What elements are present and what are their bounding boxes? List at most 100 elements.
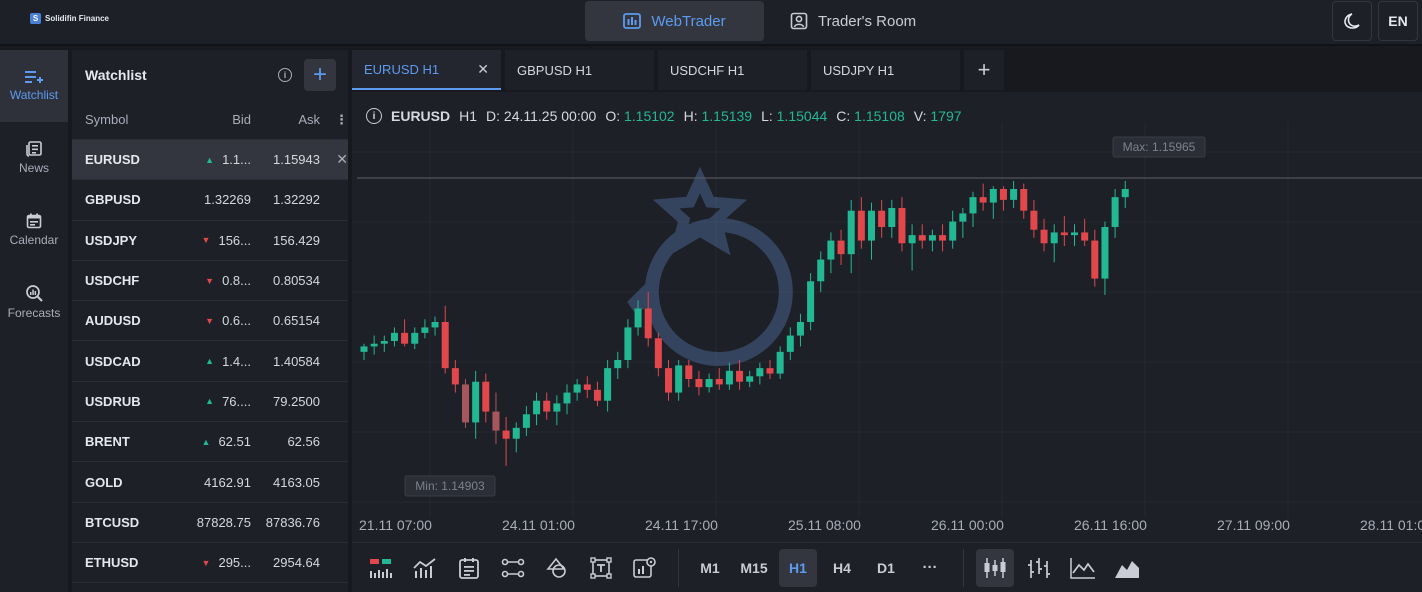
line-chart-type-button[interactable] xyxy=(1064,549,1102,587)
watchlist-row[interactable]: BTCUSD 87828.75 87836.76 xyxy=(72,503,348,543)
candle-body xyxy=(370,343,378,347)
timeframe-d1-button[interactable]: D1 xyxy=(867,549,905,587)
chart-area[interactable]: Max: 1.15965 Min: 1.14903 21.11 07:00 24.11… xyxy=(352,92,1422,542)
candle-body xyxy=(401,332,409,344)
add-tab-button[interactable]: + xyxy=(964,50,1004,90)
row-symbol: AUDUSD xyxy=(85,313,141,329)
watchlist-row[interactable]: AUDUSD ▼ 0.6... 0.65154 xyxy=(72,301,348,342)
candle-body xyxy=(654,338,662,369)
indicators-button[interactable] xyxy=(362,549,400,587)
candle-body xyxy=(451,368,459,385)
candle-body xyxy=(593,389,601,401)
info-icon[interactable]: i xyxy=(366,108,382,124)
row-bid: ▲ 76.... xyxy=(175,394,251,409)
add-symbol-button[interactable]: + xyxy=(304,59,336,91)
row-bid: 1.32269 xyxy=(175,192,251,207)
top-navigation: WebTrader Trader's Room xyxy=(585,1,934,41)
row-symbol: USDCHF xyxy=(85,273,140,289)
sidebar-item-calendar[interactable]: Calendar xyxy=(0,194,68,266)
studies-button[interactable] xyxy=(406,549,444,587)
timeframe-h1-button[interactable]: H1 xyxy=(779,548,817,587)
column-symbol[interactable]: Symbol xyxy=(85,112,175,127)
sidebar-item-watchlist[interactable]: Watchlist xyxy=(0,50,68,122)
tab-usdjpy-h1[interactable]: USDJPY H1 xyxy=(811,50,960,90)
watchlist-row[interactable]: USDJPY ▼ 156... 156.429 xyxy=(72,221,348,261)
candle-body xyxy=(868,210,875,241)
nav-webtrader-label: WebTrader xyxy=(651,12,726,30)
legend-symbol: EURUSD xyxy=(391,108,451,124)
trendline-tool-button[interactable] xyxy=(494,549,532,587)
tab-usdchf-h1[interactable]: USDCHF H1 xyxy=(658,50,807,90)
watchlist-row[interactable]: USDRUB ▲ 76.... 79.2500 xyxy=(72,382,348,423)
theme-toggle-button[interactable] xyxy=(1332,1,1372,41)
row-ask: 62.56 xyxy=(287,434,320,450)
column-bid[interactable]: Bid xyxy=(175,112,251,127)
candle-body xyxy=(583,384,591,390)
timeframe-group: M1 M15 H1 H4 D1 xyxy=(691,548,911,587)
sidebar-item-forecasts[interactable]: Forecasts xyxy=(0,266,68,338)
watchlist-row[interactable]: USDCHF ▼ 0.8... 0.80534 xyxy=(72,261,348,302)
candle-body xyxy=(665,368,672,393)
candle-body xyxy=(380,341,388,344)
language-button[interactable]: EN xyxy=(1378,1,1418,41)
x-tick-label: 26.11 00:00 xyxy=(931,517,1004,533)
chart-tabs: EURUSD H1 ✕ GBPUSD H1 USDCHF H1 USDJPY H… xyxy=(352,50,1422,92)
column-ask[interactable]: Ask xyxy=(251,112,320,127)
watchlist-row[interactable]: ETHUSD ▼ 295... 2954.64 xyxy=(72,543,348,584)
row-bid-value: 87828.75 xyxy=(196,514,251,530)
timeframe-m15-button[interactable]: M15 xyxy=(735,549,773,587)
sidebar-item-forecasts-label: Forecasts xyxy=(7,306,61,320)
moon-icon xyxy=(1344,13,1360,29)
watchlist-header: Watchlist i + xyxy=(72,50,348,100)
brand-logo[interactable]: S Solidifin Finance xyxy=(30,13,109,24)
chart-settings-button[interactable] xyxy=(626,549,664,587)
info-icon[interactable]: i xyxy=(278,68,292,82)
candle-body xyxy=(1091,240,1099,279)
candle-body xyxy=(969,197,977,214)
tab-gbpusd-h1[interactable]: GBPUSD H1 xyxy=(505,50,654,90)
timeframe-m1-button[interactable]: M1 xyxy=(691,549,729,587)
shapes-tool-button[interactable] xyxy=(538,549,576,587)
sidebar-item-news[interactable]: News xyxy=(0,122,68,194)
row-symbol: GOLD xyxy=(85,474,123,490)
candle-body xyxy=(390,332,398,341)
row-bid: ▼ 295... xyxy=(175,555,251,570)
row-ask: 0.80534 xyxy=(273,273,320,289)
sidebar-item-calendar-label: Calendar xyxy=(9,233,59,247)
row-bid: ▼ 156... xyxy=(175,233,251,248)
candle-body xyxy=(421,327,429,333)
watchlist-row[interactable]: GBPUSD 1.32269 1.32292 xyxy=(72,180,348,221)
bars-chart-type-button[interactable] xyxy=(1020,549,1058,587)
candle-body xyxy=(1040,229,1048,244)
shapes-icon xyxy=(546,557,566,578)
ohlc-legend: i EURUSD H1 D: 24.11.25 00:00 O: 1.15102… xyxy=(366,108,962,124)
candle-body xyxy=(827,240,835,260)
tab-eurusd-h1[interactable]: EURUSD H1 ✕ xyxy=(352,50,501,90)
watchlist-row[interactable]: EURUSD ▲ 1.1... 1.15943 ✕ xyxy=(72,140,348,181)
candle-body xyxy=(766,368,774,374)
economic-calendar-button[interactable] xyxy=(450,549,488,587)
candles-chart-type-button[interactable] xyxy=(976,548,1014,587)
more-horizontal-icon: ··· xyxy=(922,559,938,576)
watchlist-row[interactable]: USDCAD ▲ 1.4... 1.40584 xyxy=(72,341,348,382)
chart-gear-icon xyxy=(633,556,656,578)
nav-webtrader[interactable]: WebTrader xyxy=(585,1,764,41)
sidebar-item-news-label: News xyxy=(18,161,49,175)
remove-symbol-icon[interactable]: ✕ xyxy=(320,151,348,168)
nav-traders-room[interactable]: Trader's Room xyxy=(778,1,934,41)
watchlist-row[interactable]: GOLD 4162.91 4163.05 xyxy=(72,462,348,503)
more-timeframes-button[interactable]: ··· xyxy=(911,549,949,587)
x-tick-label: 28.11 01:00 xyxy=(1360,517,1422,533)
candle-body xyxy=(979,197,987,203)
area-chart-type-button[interactable] xyxy=(1108,549,1146,587)
close-icon[interactable]: ✕ xyxy=(477,61,489,78)
text-tool-button[interactable] xyxy=(582,549,620,587)
candlestick-chart[interactable]: Max: 1.15965 Min: 1.14903 21.11 07:00 24.11… xyxy=(352,92,1422,542)
timeframe-h4-button[interactable]: H4 xyxy=(823,549,861,587)
watchlist-row[interactable]: BRENT ▲ 62.51 62.56 xyxy=(72,422,348,463)
row-bid-value: 295... xyxy=(218,555,251,571)
more-vertical-icon[interactable]: ⋮ xyxy=(320,112,348,128)
candle-body xyxy=(908,235,916,244)
row-ask: 156.429 xyxy=(273,232,320,248)
candle-body xyxy=(1060,232,1068,236)
